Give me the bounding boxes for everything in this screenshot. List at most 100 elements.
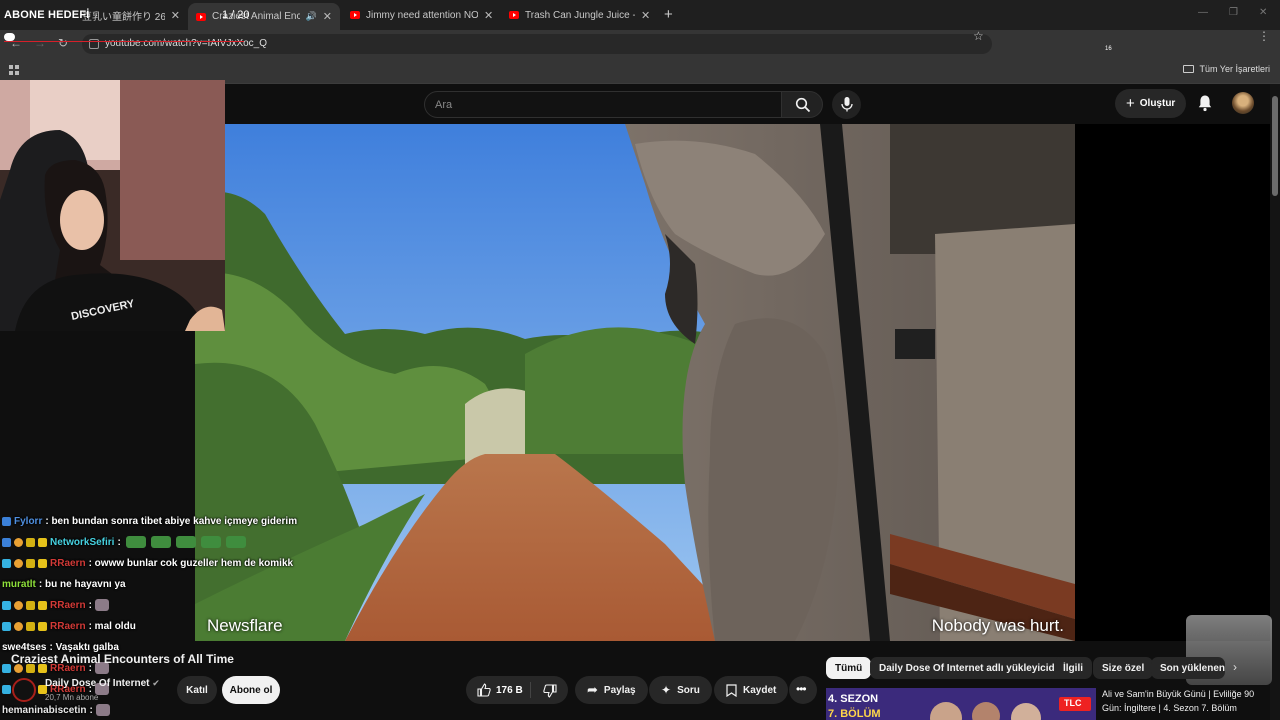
sparkle-icon: ✦ bbox=[661, 683, 672, 697]
join-label: Katıl bbox=[186, 684, 208, 696]
chevron-right-icon[interactable]: › bbox=[1233, 660, 1251, 678]
thumb-brand-text: TLC bbox=[1064, 698, 1082, 708]
chat-emote-icon bbox=[125, 536, 146, 548]
create-button[interactable]: + Oluştur bbox=[1115, 89, 1186, 118]
tab-close-icon[interactable]: ✕ bbox=[641, 9, 650, 22]
share-arrow-icon: ➦ bbox=[587, 682, 598, 697]
like-count: 176 B bbox=[496, 685, 523, 696]
all-bookmarks-button[interactable]: Tüm Yer İşaretleri bbox=[1183, 64, 1270, 74]
video-frame bbox=[195, 124, 1075, 641]
save-button[interactable]: Kaydet bbox=[714, 676, 789, 704]
like-thumbs-up-icon[interactable] bbox=[477, 683, 491, 697]
progress-dot bbox=[4, 33, 15, 41]
chat-message: NetworkSefiri : bbox=[2, 533, 246, 551]
chip-label: Son yüklenen bbox=[1160, 662, 1225, 674]
recommendation-title-line[interactable]: Ali ve Sam'in Büyük Günü | Evliliğe 90 bbox=[1102, 689, 1254, 699]
account-avatar[interactable] bbox=[1232, 92, 1254, 114]
chat-badge-icon bbox=[2, 537, 11, 547]
youtube-favicon-icon bbox=[509, 11, 519, 19]
url-text: youtube.com/watch?v=IAIVJxXoc_Q bbox=[105, 38, 268, 49]
recommendation-thumbnail[interactable]: 4. SEZON 7. BÖLÜM TLC bbox=[826, 688, 1096, 720]
chip-all[interactable]: Tümü bbox=[826, 657, 872, 679]
more-horizontal-icon: ••• bbox=[796, 682, 807, 696]
chat-username: Fylorr bbox=[14, 515, 43, 527]
chip-related[interactable]: İlgili bbox=[1054, 657, 1092, 679]
ask-button[interactable]: ✦ Soru bbox=[649, 676, 712, 704]
microphone-icon bbox=[841, 97, 853, 112]
chip-label: Size özel bbox=[1102, 662, 1145, 674]
chip-from-uploader[interactable]: Daily Dose Of Internet adlı yükleyiciden bbox=[870, 657, 1076, 679]
speaker-icon[interactable]: 🔊 bbox=[306, 11, 317, 22]
browser-tab-active[interactable]: Craziest Animal Encounters 🔊 ✕ bbox=[188, 3, 340, 30]
channel-name[interactable]: Daily Dose Of Internet ✔ bbox=[45, 678, 160, 689]
tab-close-icon[interactable]: ✕ bbox=[484, 9, 493, 22]
forward-arrow-icon[interactable]: → bbox=[34, 36, 46, 50]
video-side-panel bbox=[1075, 124, 1270, 641]
chat-username: NetworkSefiri bbox=[50, 536, 115, 548]
bookmark-star-icon[interactable]: ☆ bbox=[973, 29, 985, 43]
thumb-season-text: 4. SEZON bbox=[828, 693, 879, 705]
chat-badge-icon bbox=[14, 537, 23, 547]
channel-avatar[interactable] bbox=[12, 678, 36, 702]
chat-badge-icon bbox=[2, 621, 11, 631]
youtube-favicon-icon bbox=[196, 12, 206, 21]
subscriber-goal-value: 1 / 20 bbox=[222, 9, 250, 21]
tab-close-icon[interactable]: ✕ bbox=[323, 10, 332, 23]
verified-check-icon: ✔ bbox=[152, 678, 160, 688]
scrollbar-thumb[interactable] bbox=[1272, 96, 1278, 196]
browser-tab[interactable]: Jimmy need attention NOW - Y ✕ bbox=[350, 4, 494, 26]
voice-search-button[interactable] bbox=[832, 90, 861, 119]
save-label: Kaydet bbox=[743, 684, 777, 696]
reload-icon[interactable]: ↻ bbox=[58, 36, 68, 50]
search-input[interactable]: Ara bbox=[424, 91, 782, 118]
chat-badge-icon bbox=[14, 558, 23, 568]
video-title: Craziest Animal Encounters of All Time bbox=[11, 652, 234, 666]
chat-message: RRaern : owww bunlar cok guzeller hem de… bbox=[2, 554, 293, 572]
chat-badge-icon bbox=[26, 537, 35, 547]
video-player[interactable]: Newsflare Nobody was hurt. bbox=[195, 124, 1075, 641]
subscriber-goal-label: ABONE HEDEFİ bbox=[4, 9, 90, 21]
chip-recent[interactable]: Son yüklenen bbox=[1151, 657, 1225, 679]
subscriber-count: 20,7 Mn abone bbox=[45, 693, 99, 702]
recommendation-title-line[interactable]: Gün: İngiltere | 4. Sezon 7. Bölüm bbox=[1102, 703, 1237, 713]
chat-username: muratlt bbox=[2, 578, 36, 590]
chat-badge-icon bbox=[38, 558, 47, 568]
dislike-thumbs-down-icon[interactable] bbox=[543, 684, 557, 698]
tab-close-icon[interactable]: ✕ bbox=[171, 9, 180, 22]
chat-badge-icon bbox=[26, 621, 35, 631]
chip-label: Daily Dose Of Internet adlı yükleyiciden bbox=[879, 662, 1067, 674]
chat-username: RRaern bbox=[50, 620, 86, 632]
chat-message: Fylorr: ben bundan sonra tibet abiye kah… bbox=[2, 512, 297, 530]
chat-text: : bbox=[88, 599, 92, 611]
plus-icon: + bbox=[1126, 95, 1135, 112]
more-actions-button[interactable]: ••• bbox=[789, 676, 817, 704]
apps-grid-icon[interactable] bbox=[9, 65, 19, 75]
chat-text: : mal oldu bbox=[88, 620, 136, 632]
chat-message: muratlt : bu ne hayavnı ya bbox=[2, 575, 126, 593]
address-bar[interactable]: youtube.com/watch?v=IAIVJxXoc_Q bbox=[82, 34, 992, 54]
share-button[interactable]: ➦ Paylaş bbox=[575, 676, 648, 704]
chat-badge-icon bbox=[26, 600, 35, 610]
like-dislike-group: 176 B bbox=[466, 676, 568, 704]
notifications-bell-icon[interactable] bbox=[1197, 94, 1213, 112]
maximize-icon[interactable]: ❐ bbox=[1229, 7, 1238, 18]
chat-text: : ben bundan sonra tibet abiye kahve içm… bbox=[45, 515, 298, 527]
menu-kebab-icon[interactable]: ⋮ bbox=[1258, 29, 1270, 43]
webcam-image: DISCOVERY bbox=[0, 80, 225, 331]
chat-emote-icon bbox=[94, 599, 109, 611]
close-window-icon[interactable]: ✕ bbox=[1259, 7, 1267, 18]
subscribe-button[interactable]: Abone ol bbox=[222, 676, 280, 704]
extension-badge: 16 bbox=[1105, 46, 1112, 52]
join-button[interactable]: Katıl bbox=[177, 676, 217, 704]
chat-emote-icon bbox=[225, 536, 246, 548]
minimize-icon[interactable]: — bbox=[1198, 7, 1208, 18]
chat-emote-icon bbox=[150, 536, 171, 548]
chat-text: : owww bunlar cok guzeller hem de komikk bbox=[88, 557, 294, 569]
chat-badge-icon bbox=[26, 558, 35, 568]
browser-tab[interactable]: Trash Can Jungle Juice - YouTub ✕ bbox=[509, 4, 653, 26]
like-separator bbox=[530, 682, 531, 698]
new-tab-plus-icon[interactable]: + bbox=[664, 6, 673, 23]
chat-text: : Vaşaktı galba bbox=[49, 641, 119, 653]
search-button[interactable] bbox=[781, 91, 823, 118]
chip-for-you[interactable]: Size özel bbox=[1093, 657, 1154, 679]
